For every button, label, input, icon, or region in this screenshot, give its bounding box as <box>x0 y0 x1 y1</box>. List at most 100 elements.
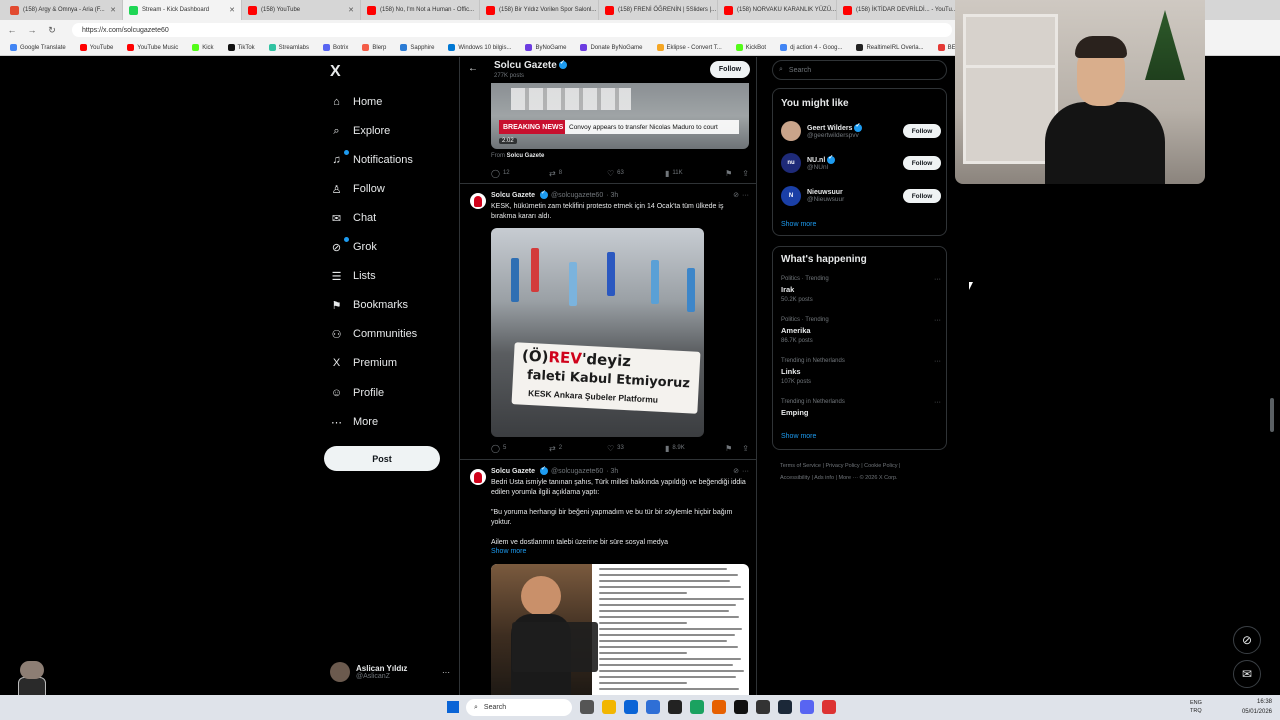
share-icon[interactable]: ⇪ <box>742 444 749 453</box>
nav-item-lists[interactable]: ☰ Lists <box>330 267 376 285</box>
footer-links[interactable]: Terms of Service | Privacy Policy | Cook… <box>780 460 940 484</box>
mail-app-icon[interactable] <box>646 700 660 714</box>
nav-item-home[interactable]: ⌂ Home <box>330 93 382 111</box>
bookmark-item[interactable]: Eklipse - Convert T... <box>656 44 722 51</box>
nav-item-explore[interactable]: ⌕ Explore <box>330 122 390 140</box>
bookmark-item[interactable]: dj action 4 - Goog... <box>780 44 842 51</box>
bookmark-icon[interactable]: ⚑ <box>725 169 732 178</box>
more-dots-icon[interactable]: ··· <box>742 192 749 199</box>
browser-tab[interactable]: (158) İKTİDAR DEVRİLDİ... - YouTu...✕ <box>837 0 956 20</box>
reply-button[interactable]: ◯ 5 <box>491 444 549 453</box>
repost-button[interactable]: ⇄ 2 <box>549 444 607 453</box>
nav-item-grok[interactable]: ⊘ Grok <box>330 237 377 256</box>
browser-tab[interactable]: (158) Argy & Omnya - Aria (F... ✕ <box>4 0 123 20</box>
steam-icon[interactable] <box>778 700 792 714</box>
edge-icon[interactable] <box>690 700 704 714</box>
bookmark-item[interactable]: Sapphire <box>400 44 434 51</box>
grok-icon[interactable]: ⊘ <box>733 191 739 199</box>
avatar[interactable] <box>470 469 486 485</box>
like-button[interactable]: ♡ 33 <box>607 444 665 453</box>
tweet-author-handle[interactable]: @solcugazete60 <box>551 192 603 199</box>
footer-line[interactable]: Terms of Service | Privacy Policy | Cook… <box>780 460 940 472</box>
capcut-icon[interactable] <box>734 700 748 714</box>
avatar[interactable]: N <box>781 186 801 206</box>
footer-line[interactable]: Accessibility | Ads info | More ··· © 20… <box>780 472 940 484</box>
suggestion-item[interactable]: N Nieuwsuur @Nieuwsuur Follow <box>781 185 941 207</box>
grok-float-icon[interactable]: ⊘ <box>1233 626 1261 654</box>
nav-item-communities[interactable]: ⚇ Communities <box>330 325 418 343</box>
trend-item[interactable]: Politics · Trending Irak 50.2K posts ··· <box>781 276 941 308</box>
follow-button[interactable]: Follow <box>710 61 750 78</box>
language-indicator[interactable]: ENG TRQ <box>1190 699 1202 715</box>
taskbar-search[interactable]: ⌕ Search <box>466 699 572 716</box>
scrollbar[interactable] <box>1270 398 1274 432</box>
back-icon[interactable]: ← <box>6 25 18 35</box>
more-dots-icon[interactable]: ··· <box>742 468 749 475</box>
obs-icon[interactable] <box>668 700 682 714</box>
bookmark-item[interactable]: Donate ByNoGame <box>580 44 643 51</box>
follow-button[interactable]: Follow <box>903 124 941 138</box>
more-dots-icon[interactable]: ··· <box>934 317 941 324</box>
bookmark-item[interactable]: Kick <box>192 44 214 51</box>
trend-item[interactable]: Politics · Trending Amerika 86.7K posts … <box>781 317 941 349</box>
browser-tab[interactable]: (158) NORVAKU KARANLIK YÜZÜ...✕ <box>718 0 837 20</box>
nav-item-premium[interactable]: X Premium <box>330 354 397 372</box>
tweet-photo[interactable]: (Ö)REV'deyiz faleti Kabul Etmiyoruz KESK… <box>491 228 704 437</box>
browser-tab[interactable]: Stream - Kick Dashboard ✕ <box>123 0 242 20</box>
views-button[interactable]: ▮ 8.9K <box>665 444 723 453</box>
nav-item-profile[interactable]: ☺ Profile <box>330 384 384 402</box>
search-input[interactable]: ⌕ Search <box>772 60 947 80</box>
nav-item-follow[interactable]: ♙ Follow <box>330 180 385 198</box>
bookmark-item[interactable]: YouTube <box>79 44 113 51</box>
bookmark-item[interactable]: KickBot <box>735 44 766 51</box>
task-view-icon[interactable] <box>580 700 594 714</box>
bookmark-item[interactable]: TikTok <box>227 44 255 51</box>
store-icon[interactable] <box>624 700 638 714</box>
bookmark-icon[interactable]: ⚑ <box>725 444 732 453</box>
trend-item[interactable]: Trending in Netherlands Emping ··· <box>781 399 941 431</box>
trend-item[interactable]: Trending in Netherlands Links 107K posts… <box>781 358 941 390</box>
windows-start-icon[interactable] <box>447 701 459 713</box>
more-dots-icon[interactable]: ··· <box>934 399 941 406</box>
suggestion-name[interactable]: Nieuwsuur <box>807 189 844 196</box>
browser-tab[interactable]: (158) No, I'm Not a Human - Offic...✕ <box>361 0 480 20</box>
show-more-link[interactable]: Show more <box>781 433 816 440</box>
bookmark-item[interactable]: Windows 10 bilgis... <box>448 44 511 51</box>
avatar[interactable] <box>781 121 801 141</box>
bookmark-item[interactable]: ByNoGame <box>525 44 566 51</box>
views-button[interactable]: ▮ 11K <box>665 169 723 178</box>
repost-button[interactable]: ⇄ 8 <box>549 169 607 178</box>
follow-button[interactable]: Follow <box>903 156 941 170</box>
nav-item-notifications[interactable]: ♫ Notifications <box>330 150 413 169</box>
like-button[interactable]: ♡ 63 <box>607 169 665 178</box>
suggestion-item[interactable]: Geert Wilders @geertwilderspvv Follow <box>781 120 941 142</box>
account-switcher[interactable]: Aslican Yıldız @AslicanZ ··· <box>330 660 450 684</box>
reload-icon[interactable]: ↻ <box>46 25 58 36</box>
more-dots-icon[interactable]: ··· <box>442 668 450 677</box>
bookmark-item[interactable]: Botrix <box>323 44 348 51</box>
chrome-icon[interactable] <box>822 700 836 714</box>
app-icon[interactable] <box>756 700 770 714</box>
tweet-time[interactable]: · 3h <box>606 468 618 475</box>
bookmark-item[interactable]: Blerp <box>362 44 386 51</box>
tweet-time[interactable]: · 3h <box>606 192 618 199</box>
messages-float-icon[interactable]: ✉ <box>1233 660 1261 688</box>
x-logo-icon[interactable]: X <box>330 63 341 81</box>
grok-icon[interactable]: ⊘ <box>733 467 739 475</box>
file-explorer-icon[interactable] <box>602 700 616 714</box>
clock[interactable]: 16:38 05/01/2026 <box>1242 697 1272 717</box>
reply-button[interactable]: ◯ 12 <box>491 169 549 178</box>
bookmark-item[interactable]: RealtimeIRL Overla... <box>856 44 924 51</box>
suggestion-name[interactable]: Geert Wilders <box>807 122 863 132</box>
forward-icon[interactable]: → <box>26 25 38 35</box>
url-input[interactable]: https://x.com/solcugazete60 <box>72 23 952 37</box>
show-more-link[interactable]: Show more <box>781 221 816 228</box>
discord-icon[interactable] <box>800 700 814 714</box>
tweet-author-name[interactable]: Solcu Gazete <box>491 192 535 199</box>
tweet-author-name[interactable]: Solcu Gazete <box>491 468 535 475</box>
tweet-author-handle[interactable]: @solcugazete60 <box>551 468 603 475</box>
avatar[interactable]: nu <box>781 153 801 173</box>
more-dots-icon[interactable]: ··· <box>934 358 941 365</box>
bookmark-item[interactable]: Streamlabs <box>268 44 309 51</box>
suggestion-item[interactable]: nu NU.nl @NUnl Follow <box>781 152 941 174</box>
